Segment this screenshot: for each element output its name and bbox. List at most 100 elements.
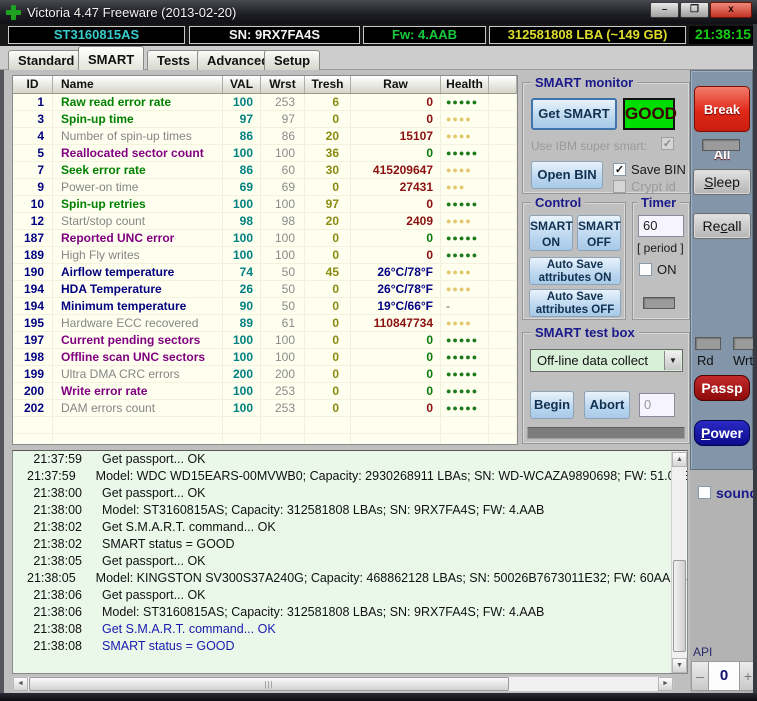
- scroll-right-icon[interactable]: ►: [658, 677, 673, 691]
- abort-button[interactable]: Abort: [584, 391, 630, 419]
- tab-smart[interactable]: SMART: [78, 46, 145, 70]
- smart-row-9[interactable]: 9 Power-on time 69 69 0 27431 ●●●: [13, 179, 517, 196]
- cell-tresh: 97: [305, 196, 351, 212]
- close-button[interactable]: x: [710, 2, 752, 18]
- smart-attributes-grid: ID Name VAL Wrst Tresh Raw Health 1 Raw read er…: [12, 75, 518, 445]
- smart-grid-header[interactable]: ID Name VAL Wrst Tresh Raw Health: [13, 76, 517, 94]
- cell-name: Power-on time: [53, 179, 223, 195]
- column-header-id[interactable]: ID: [13, 76, 53, 93]
- tab-tests[interactable]: Tests: [147, 50, 200, 70]
- cell-wrst: 253: [261, 94, 305, 110]
- cell-tresh: 6: [305, 94, 351, 110]
- column-header-raw[interactable]: Raw: [351, 76, 441, 93]
- break-led: [702, 139, 740, 151]
- smart-row-1[interactable]: 1 Raw read error rate 100 253 6 0 ●●●●●: [13, 94, 517, 111]
- horizontal-scroll-thumb[interactable]: |||: [29, 677, 509, 691]
- cell-val: 100: [223, 94, 261, 110]
- log-time: 21:38:00: [33, 486, 82, 500]
- column-header-wrst[interactable]: Wrst: [261, 76, 305, 93]
- cell-val: 89: [223, 315, 261, 331]
- cell-empty: [489, 315, 517, 331]
- cell-raw: 27431: [351, 179, 441, 195]
- tab-bar: Standard SMART Tests Advanced Setup API …: [0, 46, 757, 113]
- smart-row-189[interactable]: 189 High Fly writes 100 100 0 0 ●●●●●: [13, 247, 517, 264]
- log-time: 21:38:05: [33, 554, 82, 568]
- break-all-button[interactable]: Break All: [694, 86, 750, 162]
- smart-row-190[interactable]: 190 Airflow temperature 74 50 45 26°C/78°F ●●●…: [13, 264, 517, 281]
- log-time: 21:38:02: [33, 520, 82, 534]
- cell-raw: 0: [351, 196, 441, 212]
- begin-button[interactable]: Begin: [530, 391, 574, 419]
- title-bar[interactable]: Victoria 4.47 Freeware (2013-02-20) – ❐ …: [0, 0, 757, 24]
- test-counter-field[interactable]: 0: [639, 393, 675, 417]
- smart-row-3[interactable]: 3 Spin-up time 97 97 0 0 ●●●●: [13, 111, 517, 128]
- cell-health: ●●●: [441, 179, 489, 195]
- maximize-button[interactable]: ❐: [680, 2, 709, 18]
- timer-on-checkbox[interactable]: [639, 263, 652, 276]
- log-line: 21:38:02 Get S.M.A.R.T. command... OK: [13, 519, 687, 536]
- log-vertical-scrollbar[interactable]: ▲ ▼: [671, 452, 687, 673]
- cell-empty: [489, 332, 517, 348]
- scroll-up-icon[interactable]: ▲: [672, 452, 687, 467]
- column-header-name[interactable]: Name: [53, 76, 223, 93]
- smart-row-200[interactable]: 200 Write error rate 100 253 0 0 ●●●●●: [13, 383, 517, 400]
- recall-button[interactable]: Recall: [693, 213, 751, 239]
- smart-row-195[interactable]: 195 Hardware ECC recovered 89 61 0 110847734 ●…: [13, 315, 517, 332]
- cell-val: 90: [223, 298, 261, 314]
- log-horizontal-scrollbar[interactable]: ◄ ||| ►: [12, 676, 674, 692]
- save-bin-checkbox[interactable]: ✓: [613, 163, 626, 176]
- vertical-scroll-thumb[interactable]: [673, 560, 686, 652]
- timer-period-input[interactable]: 60: [638, 215, 684, 237]
- smart-row-199[interactable]: 199 Ultra DMA CRC errors 200 200 0 0 ●●●●●: [13, 366, 517, 383]
- log-text: Get passport... OK: [102, 452, 206, 466]
- test-select-dropdown[interactable]: Off-line data collect ▼: [530, 349, 683, 372]
- smart-on-button[interactable]: SMART ON: [529, 215, 573, 251]
- cell-raw: 0: [351, 366, 441, 382]
- auto-save-on-button[interactable]: Auto Save attributes ON: [529, 257, 621, 285]
- ibm-super-smart-checkbox[interactable]: ✓: [661, 137, 674, 150]
- dropdown-arrow-icon[interactable]: ▼: [664, 351, 681, 370]
- smart-row-202[interactable]: 202 DAM errors count 100 253 0 0 ●●●●●: [13, 400, 517, 417]
- cell-tresh: 0: [305, 349, 351, 365]
- tab-standard[interactable]: Standard: [8, 50, 85, 70]
- cell-val: 86: [223, 128, 261, 144]
- smart-row-194[interactable]: 194 HDA Temperature 26 50 0 26°C/78°F ●●●●: [13, 281, 517, 298]
- smart-row-187[interactable]: 187 Reported UNC error 100 100 0 0 ●●●●●: [13, 230, 517, 247]
- cell-empty: [261, 417, 305, 433]
- sleep-button[interactable]: Sleep: [693, 169, 751, 195]
- cell-empty: [489, 128, 517, 144]
- smart-row-4[interactable]: 4 Number of spin-up times 86 86 20 15107 ●●●●: [13, 128, 517, 145]
- get-smart-button[interactable]: Get SMART: [531, 98, 617, 130]
- cell-val: 100: [223, 230, 261, 246]
- smart-row-5[interactable]: 5 Reallocated sector count 100 100 36 0 ●●●●●: [13, 145, 517, 162]
- cell-wrst: 253: [261, 383, 305, 399]
- log-text: Get passport... OK: [102, 554, 206, 568]
- cell-tresh: 0: [305, 383, 351, 399]
- power-button[interactable]: Power: [694, 420, 750, 446]
- cell-name: Write error rate: [53, 383, 223, 399]
- column-header-val[interactable]: VAL: [223, 76, 261, 93]
- open-bin-button[interactable]: Open BIN: [531, 161, 603, 189]
- column-header-health[interactable]: Health: [441, 76, 489, 93]
- cell-name: Reported UNC error: [53, 230, 223, 246]
- smart-off-button[interactable]: SMART OFF: [577, 215, 621, 251]
- passp-button[interactable]: Passp: [694, 375, 750, 401]
- scroll-left-icon[interactable]: ◄: [13, 677, 28, 691]
- column-header-tresh[interactable]: Tresh: [305, 76, 351, 93]
- sound-checkbox[interactable]: [698, 486, 711, 499]
- minimize-button[interactable]: –: [650, 2, 679, 18]
- smart-row-194[interactable]: 194 Minimum temperature 90 50 0 19°C/66°F -: [13, 298, 517, 315]
- tab-setup[interactable]: Setup: [264, 50, 321, 70]
- smart-row-7[interactable]: 7 Seek error rate 86 60 30 415209647 ●●●●: [13, 162, 517, 179]
- cell-name: Spin-up retries: [53, 196, 223, 212]
- smart-row-197[interactable]: 197 Current pending sectors 100 100 0 0 ●●●●●: [13, 332, 517, 349]
- crypt-id-checkbox[interactable]: [613, 180, 626, 193]
- cell-tresh: 0: [305, 281, 351, 297]
- scroll-down-icon[interactable]: ▼: [672, 658, 687, 673]
- auto-save-off-button[interactable]: Auto Save attributes OFF: [529, 289, 621, 317]
- smart-row-198[interactable]: 198 Offline scan UNC sectors 100 100 0 0 ●●●●●: [13, 349, 517, 366]
- smart-row-10[interactable]: 10 Spin-up retries 100 100 97 0 ●●●●●: [13, 196, 517, 213]
- crypt-id-label: Crypt id: [631, 179, 676, 194]
- spinner-minus-button[interactable]: –: [691, 661, 709, 691]
- smart-row-12[interactable]: 12 Start/stop count 98 98 20 2409 ●●●●: [13, 213, 517, 230]
